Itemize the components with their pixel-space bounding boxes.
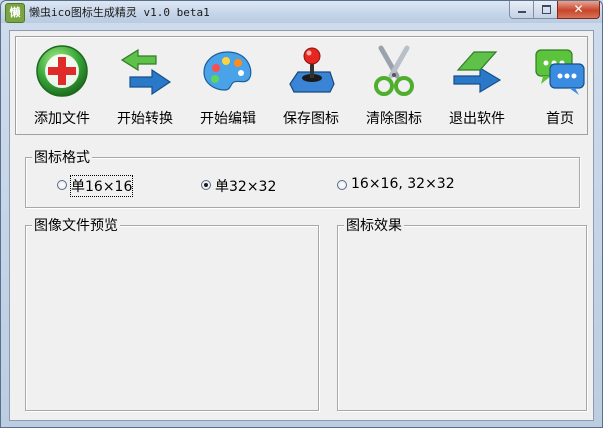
close-button[interactable]: ✕ [557,1,600,19]
add-file-button[interactable]: 添加文件 [25,44,99,132]
icon-format-title: 图标格式 [32,147,92,167]
radio-single-16-label: 单16×16 [69,175,134,197]
title-bar[interactable]: 懒 懒虫ico图标生成精灵 v1.0 beta1 ✕ [1,1,602,23]
toolbar: 添加文件 开始转换 开始编辑 保存图标 清除图标 退出软件 首页 [15,36,588,135]
save-icon-label: 保存图标 [283,111,339,127]
joystick-icon [289,47,335,93]
start-edit-label: 开始编辑 [200,111,256,127]
radio-button-icon [57,180,67,190]
home-label: 首页 [546,111,574,127]
radio-both-sizes-label: 16×16, 32×32 [351,176,455,192]
exit-app-label: 退出软件 [449,111,505,127]
icon-effect-group: 图标效果 [337,215,587,411]
home-button[interactable]: 首页 [523,44,597,132]
window-title: 懒虫ico图标生成精灵 v1.0 beta1 [29,6,210,19]
start-convert-label: 开始转换 [117,111,173,127]
chat-bubbles-icon [535,49,585,95]
close-icon: ✕ [573,2,584,16]
image-preview-group: 图像文件预览 [25,215,319,411]
app-logo-icon: 懒 [5,3,25,23]
icon-format-group: 图标格式 单16×16 单32×32 16×16, 32×32 [25,147,580,208]
start-convert-button[interactable]: 开始转换 [108,44,182,132]
maximize-button[interactable] [533,1,558,19]
exit-app-button[interactable]: 退出软件 [440,44,514,132]
icon-effect-title: 图标效果 [344,215,404,235]
add-plus-icon [36,45,88,97]
add-file-label: 添加文件 [34,111,90,127]
start-edit-button[interactable]: 开始编辑 [191,44,265,132]
scissors-icon [374,45,414,96]
convert-arrows-icon [120,48,172,96]
radio-button-selected-icon [201,180,211,190]
app-window: 懒 懒虫ico图标生成精灵 v1.0 beta1 ✕ 添加文件 开始转换 开始编… [0,0,603,428]
exit-arrow-icon [453,51,502,94]
client-area: 添加文件 开始转换 开始编辑 保存图标 清除图标 退出软件 首页 图标格式 单1… [9,30,594,421]
clear-icon-label: 清除图标 [366,111,422,127]
radio-single-32-label: 单32×32 [215,179,277,195]
paint-palette-icon [203,51,252,91]
save-icon-button[interactable]: 保存图标 [274,44,348,132]
clear-icon-button[interactable]: 清除图标 [357,44,431,132]
minimize-button[interactable] [509,1,534,19]
image-preview-title: 图像文件预览 [32,215,120,235]
radio-button-icon [337,180,347,190]
